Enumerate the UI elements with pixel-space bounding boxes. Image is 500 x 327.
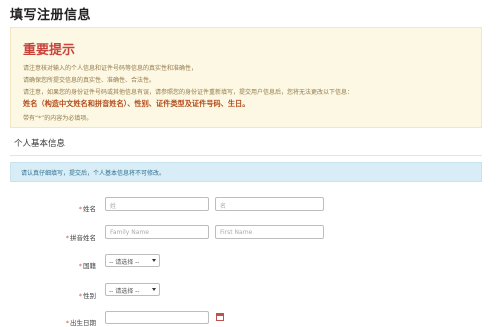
birth-date-input[interactable] <box>105 311 209 324</box>
required-mark: * <box>78 262 82 270</box>
given-name-input[interactable]: 名 <box>215 197 324 211</box>
important-notice: 重要提示 请注意核对输入的个人信息和证件号码等信息的真实性和准确性， 请确保您所… <box>10 27 482 128</box>
notice-title: 重要提示 <box>23 43 76 58</box>
nationality-select[interactable]: -- 请选择 -- <box>105 254 160 267</box>
label-pinyin-name: *拼音姓名 <box>65 234 96 242</box>
page-title: 填写注册信息 <box>10 8 92 23</box>
section-divider <box>10 155 482 156</box>
notice-line: 请确保您所提交信息的真实性、准确性、合法性。 <box>23 77 156 84</box>
notice-line: 请注意，如果您的身份证件号码或其他信息有误，请参照您的身份证件重新填写，提交用户… <box>23 89 354 96</box>
notice-line: 请注意核对输入的个人信息和证件号码等信息的真实性和准确性， <box>23 65 198 72</box>
label-gender: *性别 <box>78 292 96 300</box>
label-name: *姓名 <box>78 205 96 213</box>
gender-select[interactable]: -- 请选择 -- <box>105 283 160 296</box>
chevron-down-icon <box>152 288 156 291</box>
required-mark: * <box>65 319 69 327</box>
chevron-down-icon <box>152 259 156 262</box>
notice-locked-fields: 姓名（构造中文姓名和拼音姓名）、性别、证件类型及证件号码、生日。 <box>23 99 250 108</box>
family-name-input[interactable]: Family Name <box>105 225 209 239</box>
required-mark: * <box>78 292 82 300</box>
first-name-input[interactable]: First Name <box>215 225 324 239</box>
label-birth-date: *出生日期 <box>65 319 96 327</box>
required-mark: * <box>78 205 82 213</box>
surname-input[interactable]: 姓 <box>105 197 209 211</box>
section-title: 个人基本信息 <box>14 139 66 149</box>
required-mark: * <box>65 234 69 242</box>
info-alert-text: 请认真仔细填写，提交后，个人基本信息将不可修改。 <box>21 170 166 177</box>
label-nationality: *国籍 <box>78 262 96 270</box>
notice-line: 带有“*”的内容为必填项。 <box>23 115 93 122</box>
info-alert: 请认真仔细填写，提交后，个人基本信息将不可修改。 <box>10 162 482 182</box>
calendar-icon[interactable] <box>216 313 224 321</box>
